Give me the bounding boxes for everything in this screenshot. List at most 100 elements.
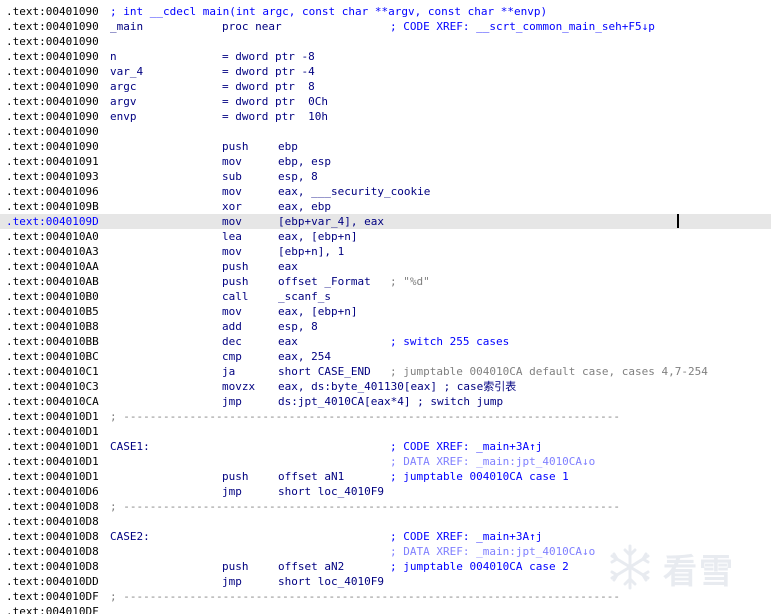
instruction-mnemonic: movzx — [222, 380, 256, 393]
listing-line[interactable]: .text:00401090 envp = dword ptr 10h — [0, 109, 771, 124]
line-address: .text:004010D6 — [6, 485, 99, 498]
line-address: .text:00401090 — [6, 35, 99, 48]
instruction-operands: short loc_4010F9 — [278, 485, 384, 498]
line-comment: ; switch 255 cases — [390, 335, 510, 348]
listing-line[interactable]: .text:00401090 ; int __cdecl main(int arg… — [0, 4, 771, 19]
listing-line[interactable]: .text:004010D8 ; ------------------------… — [0, 499, 771, 514]
listing-line[interactable]: .text:0040109B xor eax, ebp — [0, 199, 771, 214]
line-address: .text:004010D1 — [6, 425, 99, 438]
symbol-name: CASE2: — [110, 530, 150, 543]
listing-line[interactable]: .text:00401096 mov eax, ___security_cookie — [0, 184, 771, 199]
listing-line[interactable]: .text:004010CA jmp ds:jpt_4010CA[eax*4] ; … — [0, 394, 771, 409]
symbol-name: var_4 — [110, 65, 144, 78]
line-comment: ; CODE XREF: __scrt_common_main_seh+F5↓p — [390, 20, 655, 33]
symbol-name: CASE1: — [110, 440, 150, 453]
listing-line[interactable]: .text:004010D1 ; DATA XREF: _main:jpt_401… — [0, 454, 771, 469]
instruction-mnemonic: proc near — [222, 20, 282, 33]
symbol-name: envp — [110, 110, 137, 123]
separator-line: ; --------------------------------------… — [110, 590, 620, 603]
listing-line[interactable]: .text:004010B5 mov eax, [ebp+n] — [0, 304, 771, 319]
listing-line[interactable]: .text:004010D1 ; ------------------------… — [0, 409, 771, 424]
line-comment: ; "%d" — [390, 275, 430, 288]
listing-line[interactable]: .text:004010DF — [0, 604, 771, 614]
line-address: .text:00401090 — [6, 65, 99, 78]
line-address: .text:0040109B — [6, 200, 99, 213]
line-address: .text:004010D8 — [6, 530, 99, 543]
line-address: .text:004010D1 — [6, 470, 99, 483]
instruction-operands: offset aN2 — [278, 560, 345, 573]
line-address: .text:00401090 — [6, 20, 99, 33]
instruction-mnemonic: mov — [222, 215, 242, 228]
line-address: .text:00401090 — [6, 110, 99, 123]
listing-line[interactable]: .text:00401090 argv = dword ptr 0Ch — [0, 94, 771, 109]
text-cursor — [677, 214, 679, 228]
line-address: .text:004010B5 — [6, 305, 99, 318]
instruction-mnemonic: cmp — [222, 350, 242, 363]
listing-line[interactable]: .text:0040109D mov [ebp+var_4], eax — [0, 214, 771, 229]
symbol-name: argc — [110, 80, 137, 93]
line-address: .text:0040109D — [6, 215, 99, 228]
instruction-mnemonic: mov — [222, 185, 242, 198]
line-address: .text:00401090 — [6, 95, 99, 108]
listing-line[interactable]: .text:004010A0 lea eax, [ebp+n] — [0, 229, 771, 244]
listing-line[interactable]: .text:004010D1 — [0, 424, 771, 439]
instruction-operands: esp, 8 — [278, 320, 318, 333]
listing-line[interactable]: .text:004010D1 CASE1: ; CODE XREF: _main+3… — [0, 439, 771, 454]
listing-line[interactable]: .text:00401090 n = dword ptr -8 — [0, 49, 771, 64]
listing-line[interactable]: .text:004010D8 ; DATA XREF: _main:jpt_401… — [0, 544, 771, 559]
instruction-mnemonic: add — [222, 320, 242, 333]
instruction-mnemonic: xor — [222, 200, 242, 213]
listing-line[interactable]: .text:004010D8 CASE2: ; CODE XREF: _main+3… — [0, 529, 771, 544]
instruction-operands: eax — [278, 335, 298, 348]
listing-line[interactable]: .text:004010DF ; ------------------------… — [0, 589, 771, 604]
listing-line[interactable]: .text:00401090 var_4 = dword ptr -4 — [0, 64, 771, 79]
listing-line[interactable]: .text:004010DD jmp short loc_4010F9 — [0, 574, 771, 589]
listing-line[interactable]: .text:004010D8 — [0, 514, 771, 529]
listing-line[interactable]: .text:004010A3 mov [ebp+n], 1 — [0, 244, 771, 259]
listing-line[interactable]: .text:00401090 argc = dword ptr 8 — [0, 79, 771, 94]
stack-var-definition: = dword ptr 0Ch — [222, 95, 328, 108]
instruction-operands: ds:jpt_4010CA[eax*4] ; switch jump — [278, 395, 504, 408]
listing-line[interactable]: .text:004010BB dec eax ; switch 255 cases — [0, 334, 771, 349]
instruction-operands: eax, [ebp+n] — [278, 230, 358, 243]
separator-line: ; --------------------------------------… — [110, 410, 620, 423]
listing-line[interactable]: .text:004010AB push offset _Format ; "%d" — [0, 274, 771, 289]
symbol-name: argv — [110, 95, 137, 108]
listing-line[interactable]: .text:00401090 push ebp — [0, 139, 771, 154]
line-comment: ; CODE XREF: _main+3A↑j — [390, 440, 543, 453]
disassembly-view[interactable]: .text:00401090 ; int __cdecl main(int arg… — [0, 0, 771, 614]
listing-line[interactable]: .text:004010C1 ja short CASE_END ; jumptabl… — [0, 364, 771, 379]
symbol-name: n — [110, 50, 117, 63]
line-address: .text:004010D1 — [6, 410, 99, 423]
separator-line: ; --------------------------------------… — [110, 500, 620, 513]
listing-line[interactable]: .text:00401090 — [0, 34, 771, 49]
listing-line[interactable]: .text:004010C3 movzx eax, ds:byte_401130[e… — [0, 379, 771, 394]
line-address: .text:00401090 — [6, 140, 99, 153]
listing-line[interactable]: .text:00401093 sub esp, 8 — [0, 169, 771, 184]
listing-line[interactable]: .text:00401091 mov ebp, esp — [0, 154, 771, 169]
listing-line[interactable]: .text:00401090 — [0, 124, 771, 139]
line-comment: ; jumptable 004010CA default case, cases… — [390, 365, 708, 378]
line-address: .text:004010C3 — [6, 380, 99, 393]
instruction-mnemonic: lea — [222, 230, 242, 243]
instruction-operands: ebp — [278, 140, 298, 153]
line-address: .text:00401093 — [6, 170, 99, 183]
listing-line[interactable]: .text:004010D1 push offset aN1 ; jumptable … — [0, 469, 771, 484]
listing-line[interactable]: .text:004010B0 call _scanf_s — [0, 289, 771, 304]
listing-line[interactable]: .text:004010BC cmp eax, 254 — [0, 349, 771, 364]
function-prototype: ; int __cdecl main(int argc, const char … — [110, 5, 548, 18]
instruction-operands: ebp, esp — [278, 155, 331, 168]
instruction-operands: _scanf_s — [278, 290, 331, 303]
instruction-mnemonic: call — [222, 290, 249, 303]
line-address: .text:004010AA — [6, 260, 99, 273]
listing-line[interactable]: .text:00401090 _main proc near ; CODE XREF:… — [0, 19, 771, 34]
instruction-mnemonic: jmp — [222, 485, 242, 498]
instruction-operands: short loc_4010F9 — [278, 575, 384, 588]
instruction-operands: offset _Format — [278, 275, 371, 288]
listing-line[interactable]: .text:004010D8 push offset aN2 ; jumptable … — [0, 559, 771, 574]
listing-line[interactable]: .text:004010D6 jmp short loc_4010F9 — [0, 484, 771, 499]
listing-line[interactable]: .text:004010AA push eax — [0, 259, 771, 274]
line-address: .text:004010DF — [6, 605, 99, 614]
line-comment: ; CODE XREF: _main+3A↑j — [390, 530, 543, 543]
listing-line[interactable]: .text:004010B8 add esp, 8 — [0, 319, 771, 334]
